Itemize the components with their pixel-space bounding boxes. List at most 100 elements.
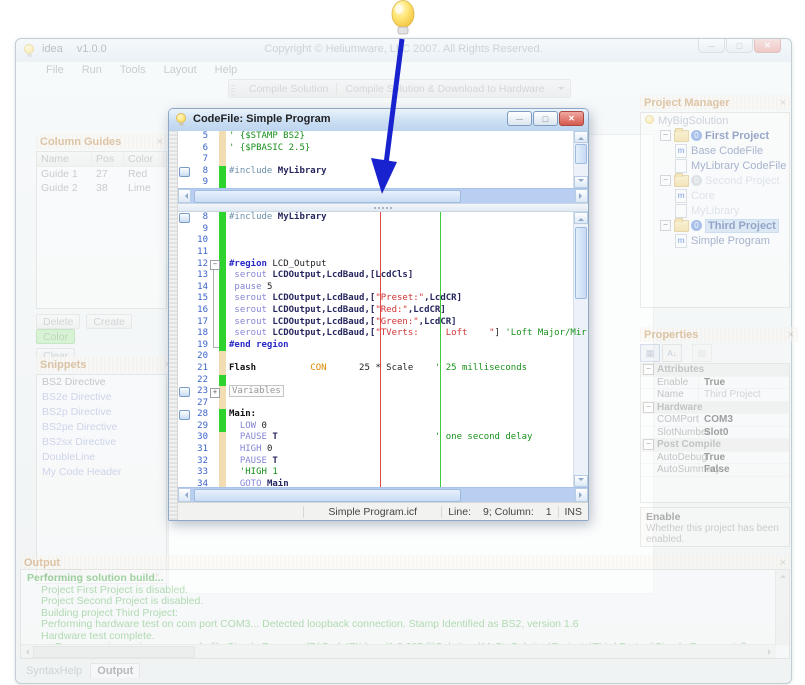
property-value[interactable]: Third Project — [699, 389, 789, 400]
fold-collapse-icon[interactable]: − — [210, 260, 220, 270]
collapse-icon[interactable]: − — [643, 402, 654, 413]
snippet-item[interactable]: BS2pe Directive — [37, 420, 166, 435]
tree-item-base-codefile[interactable]: mBase CodeFile — [641, 143, 789, 158]
minimize-button[interactable] — [507, 111, 532, 126]
code-line[interactable]: 34 GOTO Main — [178, 479, 588, 487]
editor-side-grip[interactable] — [169, 131, 178, 520]
code-line[interactable]: 12−#region LCD_Output — [178, 259, 588, 271]
scroll-up-icon[interactable] — [780, 572, 786, 578]
pane-splitter[interactable] — [178, 203, 588, 212]
property-row[interactable]: COMPortCOM3 — [641, 414, 789, 427]
snippet-item[interactable]: My Code Header — [37, 465, 166, 480]
bookmark-icon[interactable] — [179, 410, 190, 420]
close-panel-icon[interactable] — [780, 97, 786, 109]
close-panel-icon[interactable] — [157, 136, 163, 148]
collapse-icon[interactable]: − — [660, 130, 671, 141]
property-row[interactable]: SlotNumberSlot0 — [641, 427, 789, 440]
property-pages-button[interactable] — [692, 344, 712, 362]
code-line[interactable]: 31 HIGH 0 — [178, 444, 588, 456]
code-line[interactable]: 32 PAUSE T — [178, 456, 588, 468]
code-line[interactable]: 16 serout LCDOutput,LcdBaud,["Red:",LcdC… — [178, 305, 588, 317]
code-line[interactable]: 20 — [178, 351, 588, 363]
menu-item-file[interactable]: File — [46, 64, 64, 76]
scrollbar-thumb[interactable] — [33, 646, 195, 658]
code-pane-main[interactable]: 8#include MyLibrary9101112−#region LCD_O… — [178, 212, 588, 487]
tree-item-mybigsolution[interactable]: MyBigSolution — [641, 113, 789, 128]
create-guide-button[interactable]: Create — [86, 314, 132, 329]
menu-item-run[interactable]: Run — [82, 64, 102, 76]
property-value[interactable]: True — [699, 377, 789, 388]
vertical-scrollbar[interactable] — [775, 570, 789, 645]
property-value[interactable]: Slot0 — [699, 427, 789, 438]
tree-item-second-project[interactable]: −0Second Project — [641, 173, 789, 188]
tree-item-mylibrary[interactable]: MyLibrary — [641, 203, 789, 218]
alphabetical-view-button[interactable] — [662, 344, 682, 362]
code-line[interactable]: 27 — [178, 398, 588, 410]
column-header[interactable]: Color — [124, 152, 164, 166]
guide-row[interactable]: Guide 127Red — [37, 167, 166, 181]
code-line[interactable]: 30 PAUSE T ' one second delay — [178, 432, 588, 444]
snippet-item[interactable]: BS2sx Directive — [37, 435, 166, 450]
scroll-left-icon[interactable] — [178, 189, 191, 203]
close-button[interactable] — [559, 111, 584, 126]
color-guide-button[interactable]: Color — [36, 329, 75, 344]
snippets-list[interactable]: BS2 DirectiveBS2e DirectiveBS2p Directiv… — [36, 374, 167, 584]
snippet-item[interactable]: BS2e Directive — [37, 390, 166, 405]
property-grid[interactable]: −AttributesEnableTrueNameThird Project−H… — [640, 363, 790, 503]
tab-output[interactable]: Output — [90, 663, 140, 678]
property-row[interactable]: AutoSummaryFalse — [641, 464, 789, 477]
code-line[interactable]: 29 LOW 0 — [178, 421, 588, 433]
delete-guide-button[interactable]: Delete — [36, 314, 80, 329]
tree-item-simple-program[interactable]: mSimple Program — [641, 233, 789, 248]
scrollbar-thumb[interactable] — [194, 190, 461, 203]
collapse-icon[interactable]: − — [643, 439, 654, 450]
horizontal-scrollbar[interactable] — [21, 644, 776, 658]
property-row[interactable]: NameThird Project — [641, 389, 789, 402]
property-row[interactable]: EnableTrue — [641, 377, 789, 390]
code-line[interactable]: 33 'HIGH 1 — [178, 467, 588, 479]
scroll-right-icon[interactable] — [768, 649, 774, 655]
column-header[interactable]: Pos — [92, 152, 124, 166]
code-line[interactable]: 23+Variables — [178, 386, 588, 398]
property-value[interactable]: COM3 — [699, 414, 789, 425]
bookmark-icon[interactable] — [179, 387, 190, 397]
tree-item-mylibrary-codefile[interactable]: MyLibrary CodeFile — [641, 158, 789, 173]
snippet-item[interactable]: BS2 Directive — [37, 375, 166, 390]
close-panel-icon[interactable] — [788, 329, 794, 341]
collapse-icon[interactable]: − — [660, 220, 671, 231]
scroll-left-icon[interactable] — [178, 488, 191, 502]
close-panel-icon[interactable] — [780, 557, 786, 569]
guide-row[interactable]: Guide 238Lime — [37, 181, 166, 195]
minimize-button[interactable] — [698, 39, 725, 53]
code-line[interactable]: 13 serout LCDOutput,LcdBaud,[LcdCls] — [178, 270, 588, 282]
snippet-item[interactable]: BS2p Directive — [37, 405, 166, 420]
toolbar-grip-icon[interactable] — [231, 83, 235, 95]
categorized-view-button[interactable] — [640, 344, 660, 362]
bookmark-icon[interactable] — [179, 167, 190, 177]
column-header[interactable]: Name — [37, 152, 92, 166]
property-row[interactable]: AutoDebugTrue — [641, 452, 789, 465]
scroll-left-icon[interactable] — [23, 649, 29, 655]
close-button[interactable] — [754, 39, 781, 53]
code-line[interactable]: 14 pause 5 — [178, 282, 588, 294]
column-guides-list[interactable]: NamePosColor Guide 127RedGuide 238Lime — [36, 151, 167, 309]
bookmark-icon[interactable] — [179, 213, 190, 223]
project-tree[interactable]: MyBigSolution−0First ProjectmBase CodeFi… — [640, 112, 790, 308]
column-guides-columns[interactable]: NamePosColor — [37, 152, 166, 167]
code-line[interactable]: 21Flash CON 25 * Scale ' 25 milliseconds — [178, 363, 588, 375]
scrollbar-thumb[interactable] — [194, 489, 461, 502]
code-line[interactable]: 9 — [178, 224, 588, 236]
code-line[interactable]: 15 serout LCDOutput,LcdBaud,["Preset:",L… — [178, 293, 588, 305]
scroll-right-icon[interactable] — [575, 488, 588, 502]
snippet-item[interactable]: DoubleLine — [37, 450, 166, 465]
maximize-button[interactable] — [533, 111, 558, 126]
compile-solution-button[interactable]: Compile Solution — [241, 83, 336, 95]
code-line[interactable]: 19#end region — [178, 340, 588, 352]
collapse-icon[interactable]: − — [643, 364, 654, 375]
tree-item-third-project[interactable]: −0Third Project — [641, 218, 789, 233]
code-line[interactable]: 10 — [178, 235, 588, 247]
property-value[interactable]: True — [699, 452, 789, 463]
tree-item-core[interactable]: mCore — [641, 188, 789, 203]
code-line[interactable]: 11 — [178, 247, 588, 259]
code-line[interactable]: 17 serout LCDOutput,LcdBaud,["Green:",Lc… — [178, 317, 588, 329]
